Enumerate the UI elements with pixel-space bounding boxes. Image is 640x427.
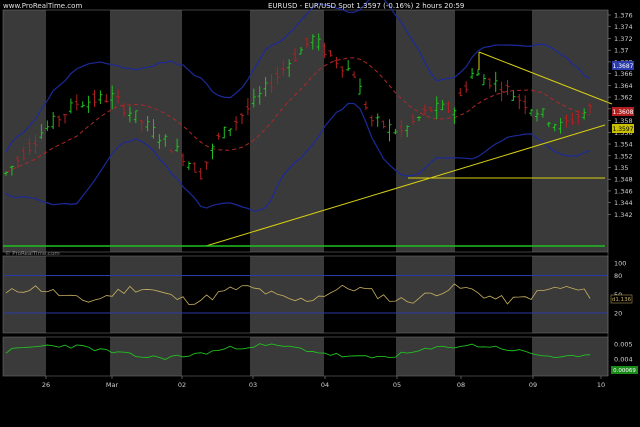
vol-badge-label: 0.00069 [613, 368, 636, 374]
osc-tick-label: 80 [614, 272, 622, 280]
price-tick-label: 1.374 [614, 23, 633, 31]
gray-band [396, 10, 455, 252]
gray-band [396, 256, 455, 333]
date-tick-label: 09 [529, 381, 537, 389]
date-tick-label: 03 [249, 381, 257, 389]
date-tick-label: 10 [597, 381, 605, 389]
price-badge-label: 1.3608 [613, 109, 634, 116]
gray-band [396, 337, 455, 376]
price-tick-label: 1.37 [614, 47, 628, 55]
date-tick-label: 26 [42, 381, 50, 389]
price-tick-label: 1.352 [614, 152, 633, 160]
session-bands [2, 9, 609, 377]
price-tick-label: 1.366 [614, 70, 633, 78]
price-tick-label: 1.362 [614, 94, 633, 102]
date-tick-label: 04 [321, 381, 329, 389]
watermark-label: © ProRealTime.com [5, 250, 60, 257]
gray-band [250, 337, 324, 376]
date-tick-label: 05 [393, 381, 401, 389]
price-tick-label: 1.342 [614, 211, 633, 219]
date-tick-label: 02 [178, 381, 186, 389]
gray-band [250, 256, 324, 333]
price-tick-label: 1.344 [614, 199, 633, 207]
price-badge-label: 1.3597 [613, 126, 634, 133]
gray-band [532, 10, 608, 252]
gray-band [532, 337, 608, 376]
vol-tick-label: 0.005 [614, 341, 633, 349]
price-tick-label: 1.35 [614, 164, 628, 172]
price-tick-label: 1.348 [614, 176, 633, 184]
instrument-title: EURUSD - EUR/USD Spot 1.3597 (-0.16%) 2 … [268, 2, 465, 10]
chart-header: www.ProRealTime.com EURUSD - EUR/USD Spo… [0, 1, 640, 13]
date-tick-label: 08 [457, 381, 465, 389]
price-tick-label: 1.372 [614, 35, 633, 43]
date-tick-label: Mar [106, 381, 119, 389]
price-tick-label: 1.358 [614, 117, 633, 125]
osc-badge-label: d1.136 [612, 297, 632, 303]
price-tick-label: 1.354 [614, 141, 633, 149]
gray-band [3, 337, 46, 376]
gray-band [3, 256, 46, 333]
vol-tick-label: 0.004 [614, 356, 633, 364]
osc-tick-label: 100 [614, 260, 626, 268]
price-tick-label: 1.346 [614, 187, 633, 195]
gray-band [532, 256, 608, 333]
osc-tick-label: 20 [614, 310, 622, 318]
price-chart[interactable]: 1.3761.3741.3721.371.3681.3661.3641.3621… [0, 0, 640, 427]
gray-band [110, 10, 182, 252]
brand-label: www.ProRealTime.com [3, 2, 83, 10]
price-badge-label: 1.3687 [613, 63, 634, 70]
price-tick-label: 1.364 [614, 82, 633, 90]
